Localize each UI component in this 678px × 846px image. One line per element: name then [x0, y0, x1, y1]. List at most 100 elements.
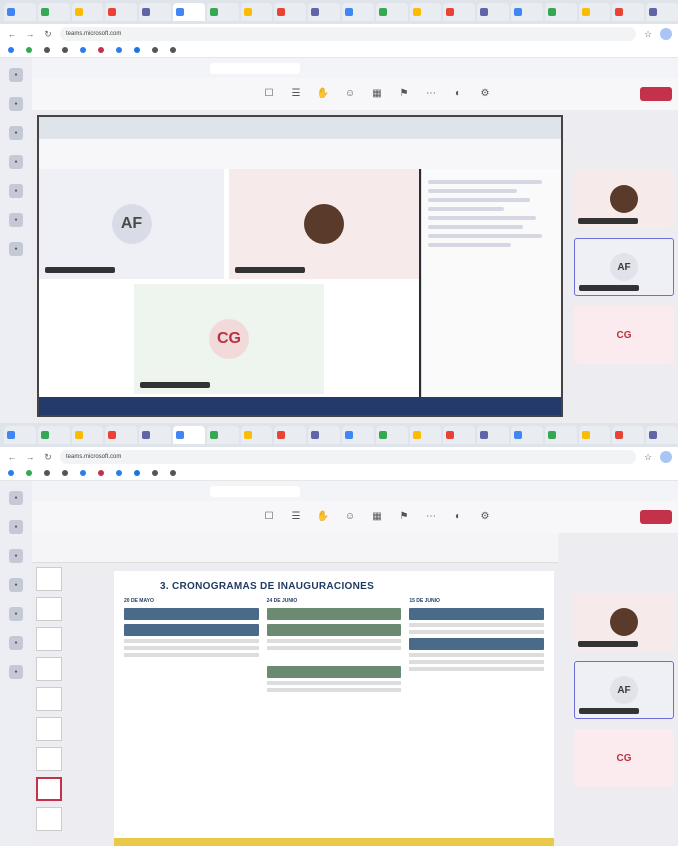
browser-tab[interactable]	[510, 3, 543, 21]
toolbar-button[interactable]: ⚑	[393, 511, 415, 524]
reload-icon[interactable]: ↻	[42, 452, 54, 463]
toolbar-button[interactable]: ☰	[285, 511, 307, 524]
toolbar-button[interactable]: ✋	[312, 511, 334, 524]
browser-tab[interactable]	[341, 426, 374, 444]
bookmark-item[interactable]	[8, 47, 16, 54]
browser-tab[interactable]	[274, 3, 307, 21]
browser-tab[interactable]	[240, 3, 273, 21]
teams-icon[interactable]: ●	[9, 549, 23, 563]
bookmark-item[interactable]	[44, 47, 52, 54]
browser-tab[interactable]	[646, 426, 678, 444]
bookmark-item[interactable]	[8, 470, 16, 477]
toolbar-button[interactable]: ☺	[339, 511, 361, 524]
browser-tab[interactable]	[308, 3, 340, 21]
bookmark-item[interactable]	[170, 47, 178, 54]
browser-tab[interactable]	[172, 3, 205, 21]
update-button[interactable]	[660, 451, 672, 463]
chat-icon[interactable]: ●	[9, 520, 23, 534]
browser-tab[interactable]	[443, 426, 476, 444]
browser-tab[interactable]	[172, 426, 205, 444]
calls-icon[interactable]: ●	[9, 607, 23, 621]
activity-icon[interactable]: ●	[9, 491, 23, 505]
bookmark-item[interactable]	[116, 470, 124, 477]
browser-tab[interactable]	[206, 426, 239, 444]
back-icon[interactable]: ←	[6, 452, 18, 462]
browser-tab[interactable]	[71, 3, 104, 21]
bookmark-item[interactable]	[26, 47, 34, 54]
forward-icon[interactable]: →	[24, 29, 36, 39]
browser-tab[interactable]	[4, 3, 36, 21]
browser-tab[interactable]	[409, 426, 442, 444]
star-icon[interactable]: ☆	[642, 452, 654, 463]
browser-tab[interactable]	[375, 3, 408, 21]
toolbar-button[interactable]: ▦	[366, 511, 388, 524]
bookmark-item[interactable]	[134, 47, 142, 54]
leave-button[interactable]	[640, 510, 672, 524]
browser-tab[interactable]	[612, 3, 645, 21]
bookmark-item[interactable]	[62, 47, 70, 54]
toolbar-button[interactable]: ⋯	[420, 88, 442, 101]
toolbar-button[interactable]: ⋯	[420, 511, 442, 524]
browser-tab[interactable]	[274, 426, 307, 444]
teams-icon[interactable]: ●	[9, 126, 23, 140]
browser-tab[interactable]	[477, 426, 509, 444]
apps-icon[interactable]: ●	[9, 665, 23, 679]
browser-tab[interactable]	[375, 426, 408, 444]
leave-button[interactable]	[640, 87, 672, 101]
bookmark-item[interactable]	[170, 470, 178, 477]
bookmark-item[interactable]	[26, 470, 34, 477]
update-button[interactable]	[660, 28, 672, 40]
toolbar-button[interactable]: ⚙	[474, 511, 496, 524]
bookmark-item[interactable]	[116, 47, 124, 54]
browser-tab[interactable]	[71, 426, 104, 444]
browser-tab[interactable]	[578, 426, 611, 444]
bookmark-item[interactable]	[44, 470, 52, 477]
toolbar-button[interactable]: ◐	[447, 88, 469, 101]
browser-tab[interactable]	[612, 426, 645, 444]
activity-icon[interactable]: ●	[9, 68, 23, 82]
bookmark-item[interactable]	[152, 47, 160, 54]
browser-tab[interactable]	[139, 3, 171, 21]
browser-tab[interactable]	[308, 426, 340, 444]
files-icon[interactable]: ●	[9, 636, 23, 650]
calendar-icon[interactable]: ●	[9, 578, 23, 592]
browser-tab[interactable]	[477, 3, 509, 21]
files-icon[interactable]: ●	[9, 213, 23, 227]
browser-tab[interactable]	[510, 426, 543, 444]
toolbar-button[interactable]: ☐	[258, 511, 280, 524]
calendar-icon[interactable]: ●	[9, 155, 23, 169]
browser-tab[interactable]	[544, 426, 577, 444]
address-bar[interactable]: teams.microsoft.com	[60, 27, 636, 41]
browser-tab[interactable]	[139, 426, 171, 444]
browser-tab[interactable]	[443, 3, 476, 21]
chat-icon[interactable]: ●	[9, 97, 23, 111]
toolbar-button[interactable]: ☺	[339, 88, 361, 101]
browser-tab[interactable]	[240, 426, 273, 444]
bookmark-item[interactable]	[98, 470, 106, 477]
bookmark-item[interactable]	[98, 47, 106, 54]
back-icon[interactable]: ←	[6, 29, 18, 39]
browser-tab[interactable]	[646, 3, 678, 21]
toolbar-button[interactable]: ⚙	[474, 88, 496, 101]
browser-tab[interactable]	[409, 3, 442, 21]
browser-tab[interactable]	[206, 3, 239, 21]
toolbar-button[interactable]: ✋	[312, 88, 334, 101]
bookmark-item[interactable]	[62, 470, 70, 477]
bookmark-item[interactable]	[134, 470, 142, 477]
toolbar-button[interactable]: ☐	[258, 88, 280, 101]
search-input[interactable]	[210, 485, 300, 497]
browser-tab[interactable]	[578, 3, 611, 21]
browser-tab[interactable]	[105, 3, 138, 21]
browser-tab[interactable]	[37, 3, 70, 21]
browser-tab[interactable]	[341, 3, 374, 21]
address-bar[interactable]: teams.microsoft.com	[60, 450, 636, 464]
reload-icon[interactable]: ↻	[42, 29, 54, 40]
search-input[interactable]	[210, 62, 300, 74]
apps-icon[interactable]: ●	[9, 242, 23, 256]
toolbar-button[interactable]: ☰	[285, 88, 307, 101]
browser-tab[interactable]	[4, 426, 36, 444]
bookmark-item[interactable]	[80, 470, 88, 477]
bookmark-item[interactable]	[152, 470, 160, 477]
star-icon[interactable]: ☆	[642, 29, 654, 40]
toolbar-button[interactable]: ◐	[447, 511, 469, 524]
